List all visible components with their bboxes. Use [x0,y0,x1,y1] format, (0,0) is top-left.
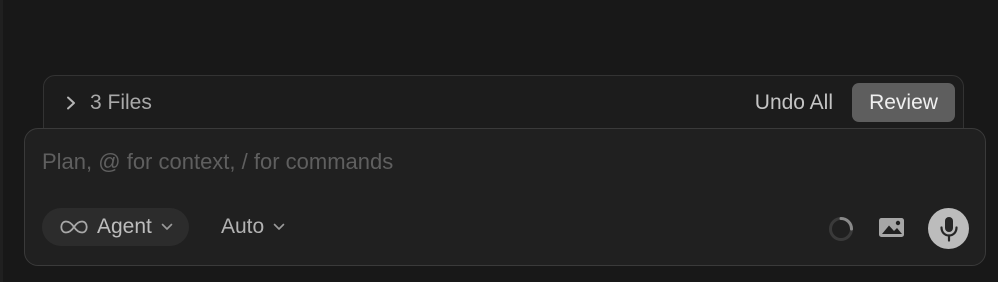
agent-mode-label: Agent [97,215,152,238]
prompt-input[interactable] [42,145,742,179]
model-label: Auto [221,215,265,238]
chevron-down-icon [273,218,285,236]
undo-all-button[interactable]: Undo All [755,89,833,117]
left-panel-edge [0,0,3,282]
chat-composer: Agent Auto [24,128,986,266]
infinity-icon [60,220,88,234]
attach-image-button[interactable] [877,215,907,241]
loading-spinner-icon [828,216,854,242]
microphone-icon [939,216,959,242]
voice-input-button[interactable] [928,208,969,249]
agent-mode-selector[interactable]: Agent [42,208,189,246]
review-button[interactable]: Review [852,83,955,122]
model-selector[interactable]: Auto [221,208,285,246]
chevron-down-icon [161,223,173,231]
chevron-right-icon [66,96,76,110]
changed-files-count: 3 Files [90,91,152,114]
changed-files-toggle[interactable]: 3 Files [66,90,152,116]
image-icon [877,218,907,245]
